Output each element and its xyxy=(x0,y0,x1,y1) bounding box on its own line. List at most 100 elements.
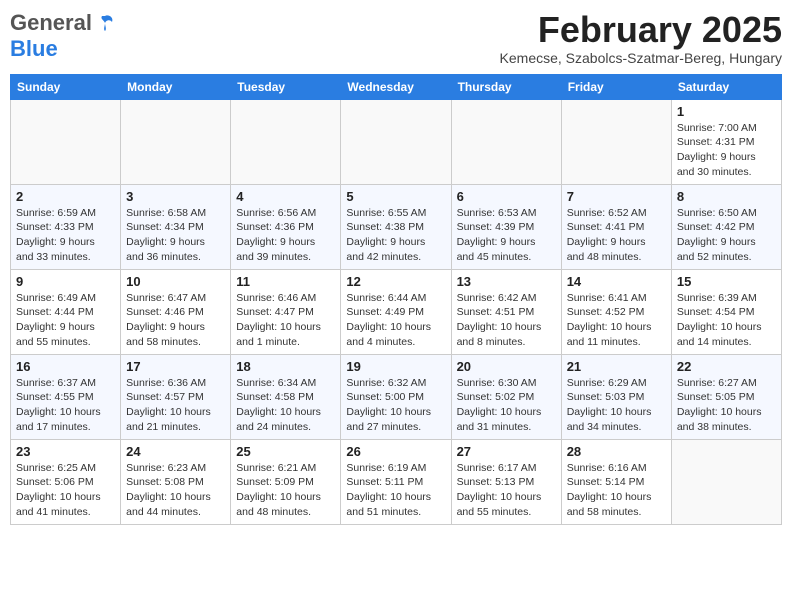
calendar-cell: 14Sunrise: 6:41 AM Sunset: 4:52 PM Dayli… xyxy=(561,269,671,354)
calendar-cell xyxy=(451,99,561,184)
day-info: Sunrise: 6:52 AM Sunset: 4:41 PM Dayligh… xyxy=(567,206,666,265)
day-info: Sunrise: 6:21 AM Sunset: 5:09 PM Dayligh… xyxy=(236,461,335,520)
calendar-cell xyxy=(561,99,671,184)
day-info: Sunrise: 6:25 AM Sunset: 5:06 PM Dayligh… xyxy=(16,461,115,520)
calendar-cell: 23 Sunrise: 6:25 AM Sunset: 5:06 PM Dayli… xyxy=(11,439,121,524)
day-number: 20 xyxy=(457,359,556,374)
calendar-cell: 12 Sunrise: 6:44 AM Sunset: 4:49 PM Dayli… xyxy=(341,269,451,354)
location-subtitle: Kemecse, Szabolcs-Szatmar-Bereg, Hungary xyxy=(500,50,782,66)
day-number: 9 xyxy=(16,274,115,289)
weekday-header-monday: Monday xyxy=(121,74,231,99)
weekday-header-wednesday: Wednesday xyxy=(341,74,451,99)
week-row-3: 9 Sunrise: 6:49 AM Sunset: 4:44 PM Daylig… xyxy=(11,269,782,354)
week-row-4: 16 Sunrise: 6:37 AM Sunset: 4:55 PM Dayli… xyxy=(11,354,782,439)
calendar-cell: 25 Sunrise: 6:21 AM Sunset: 5:09 PM Dayli… xyxy=(231,439,341,524)
day-info: Sunrise: 6:19 AM Sunset: 5:11 PM Dayligh… xyxy=(346,461,445,520)
day-info: Sunrise: 6:46 AM Sunset: 4:47 PM Dayligh… xyxy=(236,291,335,350)
day-info: Sunrise: 6:36 AM Sunset: 4:57 PM Dayligh… xyxy=(126,376,225,435)
day-info: Sunrise: 6:47 AM Sunset: 4:46 PM Dayligh… xyxy=(126,291,225,350)
day-number: 2 xyxy=(16,189,115,204)
calendar-cell: 7Sunrise: 6:52 AM Sunset: 4:41 PM Daylig… xyxy=(561,184,671,269)
weekday-header-sunday: Sunday xyxy=(11,74,121,99)
day-info: Sunrise: 6:34 AM Sunset: 4:58 PM Dayligh… xyxy=(236,376,335,435)
calendar-cell: 2Sunrise: 6:59 AM Sunset: 4:33 PM Daylig… xyxy=(11,184,121,269)
day-number: 14 xyxy=(567,274,666,289)
calendar-cell: 1 Sunrise: 7:00 AM Sunset: 4:31 PM Daylig… xyxy=(671,99,781,184)
logo-blue: Blue xyxy=(10,36,58,62)
day-info: Sunrise: 6:32 AM Sunset: 5:00 PM Dayligh… xyxy=(346,376,445,435)
calendar-cell xyxy=(11,99,121,184)
calendar-cell: 11 Sunrise: 6:46 AM Sunset: 4:47 PM Dayli… xyxy=(231,269,341,354)
day-number: 13 xyxy=(457,274,556,289)
week-row-1: 1 Sunrise: 7:00 AM Sunset: 4:31 PM Daylig… xyxy=(11,99,782,184)
day-number: 19 xyxy=(346,359,445,374)
logo: General Blue xyxy=(10,10,116,62)
calendar-cell: 24Sunrise: 6:23 AM Sunset: 5:08 PM Dayli… xyxy=(121,439,231,524)
day-number: 12 xyxy=(346,274,445,289)
day-number: 27 xyxy=(457,444,556,459)
calendar-cell: 22 Sunrise: 6:27 AM Sunset: 5:05 PM Dayli… xyxy=(671,354,781,439)
day-number: 21 xyxy=(567,359,666,374)
logo-general: General xyxy=(10,10,92,36)
weekday-header-tuesday: Tuesday xyxy=(231,74,341,99)
day-number: 16 xyxy=(16,359,115,374)
day-info: Sunrise: 6:30 AM Sunset: 5:02 PM Dayligh… xyxy=(457,376,556,435)
calendar-cell: 16 Sunrise: 6:37 AM Sunset: 4:55 PM Dayli… xyxy=(11,354,121,439)
day-number: 5 xyxy=(346,189,445,204)
calendar-cell: 13 Sunrise: 6:42 AM Sunset: 4:51 PM Dayli… xyxy=(451,269,561,354)
day-number: 11 xyxy=(236,274,335,289)
day-info: Sunrise: 6:42 AM Sunset: 4:51 PM Dayligh… xyxy=(457,291,556,350)
weekday-header-friday: Friday xyxy=(561,74,671,99)
calendar-cell: 17 Sunrise: 6:36 AM Sunset: 4:57 PM Dayli… xyxy=(121,354,231,439)
day-info: Sunrise: 6:37 AM Sunset: 4:55 PM Dayligh… xyxy=(16,376,115,435)
weekday-header-row: SundayMondayTuesdayWednesdayThursdayFrid… xyxy=(11,74,782,99)
day-info: Sunrise: 6:23 AM Sunset: 5:08 PM Dayligh… xyxy=(126,461,225,520)
calendar-cell xyxy=(671,439,781,524)
day-number: 4 xyxy=(236,189,335,204)
calendar-cell: 5 Sunrise: 6:55 AM Sunset: 4:38 PM Daylig… xyxy=(341,184,451,269)
day-number: 10 xyxy=(126,274,225,289)
day-number: 22 xyxy=(677,359,776,374)
title-area: February 2025 Kemecse, Szabolcs-Szatmar-… xyxy=(500,10,782,66)
logo-bird-icon xyxy=(94,12,116,34)
day-info: Sunrise: 6:29 AM Sunset: 5:03 PM Dayligh… xyxy=(567,376,666,435)
day-number: 6 xyxy=(457,189,556,204)
day-number: 15 xyxy=(677,274,776,289)
day-info: Sunrise: 6:58 AM Sunset: 4:34 PM Dayligh… xyxy=(126,206,225,265)
calendar-cell xyxy=(121,99,231,184)
day-info: Sunrise: 6:17 AM Sunset: 5:13 PM Dayligh… xyxy=(457,461,556,520)
day-info: Sunrise: 6:49 AM Sunset: 4:44 PM Dayligh… xyxy=(16,291,115,350)
calendar-cell: 21 Sunrise: 6:29 AM Sunset: 5:03 PM Dayli… xyxy=(561,354,671,439)
day-info: Sunrise: 6:53 AM Sunset: 4:39 PM Dayligh… xyxy=(457,206,556,265)
day-number: 18 xyxy=(236,359,335,374)
day-number: 8 xyxy=(677,189,776,204)
weekday-header-thursday: Thursday xyxy=(451,74,561,99)
day-info: Sunrise: 6:55 AM Sunset: 4:38 PM Dayligh… xyxy=(346,206,445,265)
week-row-5: 23 Sunrise: 6:25 AM Sunset: 5:06 PM Dayli… xyxy=(11,439,782,524)
calendar-cell: 28 Sunrise: 6:16 AM Sunset: 5:14 PM Dayli… xyxy=(561,439,671,524)
day-number: 26 xyxy=(346,444,445,459)
calendar-table: SundayMondayTuesdayWednesdayThursdayFrid… xyxy=(10,74,782,525)
day-info: Sunrise: 6:44 AM Sunset: 4:49 PM Dayligh… xyxy=(346,291,445,350)
day-info: Sunrise: 7:00 AM Sunset: 4:31 PM Dayligh… xyxy=(677,121,776,180)
day-info: Sunrise: 6:39 AM Sunset: 4:54 PM Dayligh… xyxy=(677,291,776,350)
day-number: 1 xyxy=(677,104,776,119)
calendar-cell xyxy=(341,99,451,184)
calendar-cell: 27 Sunrise: 6:17 AM Sunset: 5:13 PM Dayli… xyxy=(451,439,561,524)
calendar-cell: 3 Sunrise: 6:58 AM Sunset: 4:34 PM Daylig… xyxy=(121,184,231,269)
week-row-2: 2Sunrise: 6:59 AM Sunset: 4:33 PM Daylig… xyxy=(11,184,782,269)
weekday-header-saturday: Saturday xyxy=(671,74,781,99)
day-number: 28 xyxy=(567,444,666,459)
day-number: 23 xyxy=(16,444,115,459)
day-number: 3 xyxy=(126,189,225,204)
calendar-cell: 4Sunrise: 6:56 AM Sunset: 4:36 PM Daylig… xyxy=(231,184,341,269)
day-info: Sunrise: 6:27 AM Sunset: 5:05 PM Dayligh… xyxy=(677,376,776,435)
month-title: February 2025 xyxy=(500,10,782,50)
calendar-cell: 20 Sunrise: 6:30 AM Sunset: 5:02 PM Dayli… xyxy=(451,354,561,439)
day-info: Sunrise: 6:16 AM Sunset: 5:14 PM Dayligh… xyxy=(567,461,666,520)
day-number: 17 xyxy=(126,359,225,374)
day-info: Sunrise: 6:50 AM Sunset: 4:42 PM Dayligh… xyxy=(677,206,776,265)
day-number: 25 xyxy=(236,444,335,459)
calendar-cell: 10 Sunrise: 6:47 AM Sunset: 4:46 PM Dayli… xyxy=(121,269,231,354)
calendar-cell: 6 Sunrise: 6:53 AM Sunset: 4:39 PM Daylig… xyxy=(451,184,561,269)
